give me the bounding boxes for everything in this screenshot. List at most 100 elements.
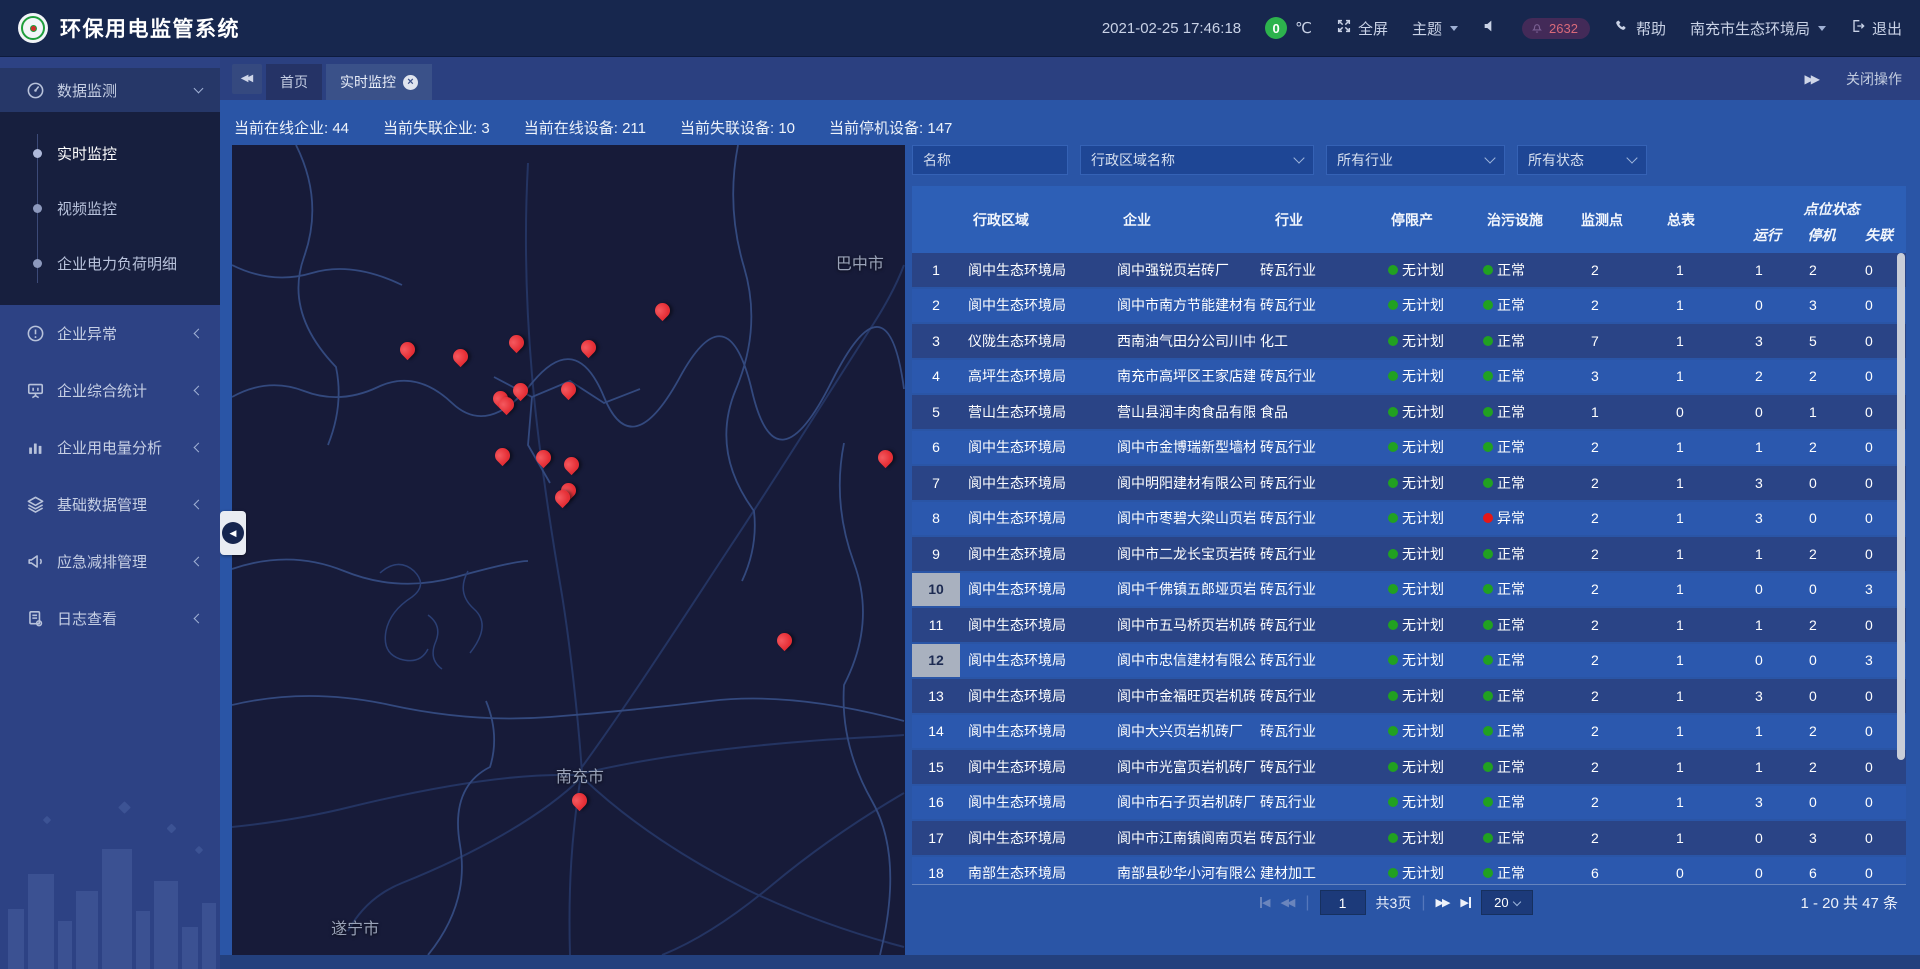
region-filter-select[interactable]: 行政区域名称 — [1080, 145, 1314, 175]
cell-limit: 无计划 — [1380, 579, 1470, 599]
close-icon[interactable] — [403, 75, 418, 90]
sidebar-subitem-视频监控[interactable]: 视频监控 — [0, 181, 220, 236]
status-dot-green — [1483, 620, 1493, 630]
sidebar-item-企业综合统计[interactable]: 企业综合统计 — [0, 362, 220, 419]
cell-facility: 正常 — [1470, 721, 1565, 741]
cell-limit: 无计划 — [1380, 508, 1470, 528]
cell-points: 2 — [1565, 794, 1650, 810]
table-scrollbar[interactable] — [1897, 253, 1905, 760]
sidebar-item-基础数据管理[interactable]: 基础数据管理 — [0, 476, 220, 533]
sidebar-item-数据监测[interactable]: 数据监测 — [0, 68, 220, 112]
cell-company: 阆中市二龙长宝页岩砖 — [1110, 544, 1255, 564]
cell-lost: 0 — [1845, 333, 1905, 349]
table-row[interactable]: 17阆中生态环境局阆中市江南镇阆南页岩砖瓦行业无计划正常21030 — [912, 821, 1906, 857]
cell-industry: 砖瓦行业 — [1255, 579, 1380, 599]
table-row[interactable]: 9阆中生态环境局阆中市二龙长宝页岩砖砖瓦行业无计划正常21120 — [912, 537, 1906, 573]
cell-lost: 0 — [1845, 439, 1905, 455]
sidebar-item-应急减排管理[interactable]: 应急减排管理 — [0, 533, 220, 590]
stat-item: 当前停机设备: 147 — [829, 117, 952, 138]
tab-实时监控[interactable]: 实时监控 — [326, 64, 432, 100]
theme-dropdown[interactable]: 主题 — [1412, 18, 1458, 39]
facility-label: 正常 — [1497, 686, 1525, 706]
status-dot-green — [1483, 300, 1493, 310]
sound-button[interactable] — [1482, 18, 1498, 38]
facility-label: 正常 — [1497, 721, 1525, 741]
chevron-left-icon — [194, 614, 204, 624]
table-row[interactable]: 6阆中生态环境局阆中市金博瑞新型墙材砖瓦行业无计划正常21120 — [912, 431, 1906, 467]
table-body: 1阆中生态环境局阆中强锐页岩砖厂砖瓦行业无计划正常211202阆中生态环境局阆中… — [912, 253, 1906, 884]
tabs-scroll-left-button[interactable]: ◀◀ — [232, 64, 262, 94]
status-dot-green — [1483, 549, 1493, 559]
help-button[interactable]: 帮助 — [1614, 18, 1666, 39]
stat-label: 当前在线企业: — [234, 120, 332, 137]
close-operations-button[interactable]: 关闭操作 — [1846, 69, 1902, 89]
cell-stop: 2 — [1790, 439, 1845, 455]
table-row[interactable]: 3仪陇生态环境局西南油气田分公司川中化工无计划正常71350 — [912, 324, 1906, 360]
cell-run: 0 — [1730, 581, 1790, 597]
status-dot-green — [1483, 478, 1493, 488]
sidebar-item-企业用电量分析[interactable]: 企业用电量分析 — [0, 419, 220, 476]
name-filter-input[interactable] — [912, 145, 1068, 175]
facility-label: 正常 — [1497, 757, 1525, 777]
table-row[interactable]: 5营山生态环境局营山县润丰肉食品有限食品无计划正常10010 — [912, 395, 1906, 431]
table-row[interactable]: 10阆中生态环境局阆中千佛镇五郎垭页岩砖瓦行业无计划正常21003 — [912, 573, 1906, 609]
double-arrow-right-icon[interactable]: ▶▶ — [1805, 72, 1820, 86]
notification-badge[interactable]: 2632 — [1522, 18, 1590, 39]
stat-item: 当前在线设备: 211 — [524, 117, 646, 138]
row-index: 16 — [912, 786, 960, 820]
status-filter-select[interactable]: 所有状态 — [1517, 145, 1647, 175]
pagination-next-button[interactable]: ▶▶ — [1436, 896, 1451, 909]
cell-run: 1 — [1730, 759, 1790, 775]
cell-region: 阆中生态环境局 — [960, 686, 1110, 706]
table-row[interactable]: 15阆中生态环境局阆中市光富页岩机砖厂砖瓦行业无计划正常21120 — [912, 750, 1906, 786]
table-row[interactable]: 14阆中生态环境局阆中大兴页岩机砖厂砖瓦行业无计划正常21120 — [912, 715, 1906, 751]
table-row[interactable]: 2阆中生态环境局阆中市南方节能建材有砖瓦行业无计划正常21030 — [912, 289, 1906, 325]
table-row[interactable]: 8阆中生态环境局阆中市枣碧大梁山页岩砖瓦行业无计划异常21300 — [912, 502, 1906, 538]
sidebar-subitem-实时监控[interactable]: 实时监控 — [0, 126, 220, 181]
cell-company: 阆中明阳建材有限公司 — [1110, 473, 1255, 493]
cell-run: 3 — [1730, 333, 1790, 349]
facility-label: 正常 — [1497, 579, 1525, 599]
table-row[interactable]: 12阆中生态环境局阆中市忠信建材有限公砖瓦行业无计划正常21003 — [912, 644, 1906, 680]
sidebar-subitem-企业电力负荷明细[interactable]: 企业电力负荷明细 — [0, 236, 220, 291]
map-collapse-button[interactable]: ◀ — [220, 511, 246, 555]
pagination-prev-button[interactable]: ◀◀ — [1280, 896, 1295, 909]
table-row[interactable]: 4高坪生态环境局南充市高坪区王家店建砖瓦行业无计划正常31220 — [912, 360, 1906, 396]
fullscreen-button[interactable]: 全屏 — [1336, 18, 1388, 39]
org-dropdown[interactable]: 南充市生态环境局 — [1690, 18, 1826, 39]
table-row[interactable]: 11阆中生态环境局阆中市五马桥页岩机砖砖瓦行业无计划正常21120 — [912, 608, 1906, 644]
cell-region: 南部生态环境局 — [960, 863, 1110, 883]
pagination-page-input[interactable] — [1320, 890, 1366, 915]
stat-value: 10 — [778, 120, 795, 137]
map-panel[interactable]: 巴中市南充市遂宁市 — [232, 145, 905, 955]
pagination-first-button[interactable]: ◀ — [1260, 896, 1270, 909]
table-row[interactable]: 13阆中生态环境局阆中市金福旺页岩机砖砖瓦行业无计划正常21300 — [912, 679, 1906, 715]
table-row[interactable]: 7阆中生态环境局阆中明阳建材有限公司砖瓦行业无计划正常21300 — [912, 466, 1906, 502]
page-size-select[interactable]: 20 — [1481, 890, 1533, 915]
sidebar-item-企业异常[interactable]: 企业异常 — [0, 305, 220, 362]
cell-meters: 1 — [1650, 688, 1730, 704]
cell-points: 2 — [1565, 262, 1650, 278]
status-dot-green — [1483, 265, 1493, 275]
table-row[interactable]: 18南部生态环境局南部县砂华小河有限公建材加工无计划正常60060 — [912, 857, 1906, 885]
main-content: 当前在线企业: 44当前失联企业: 3当前在线设备: 211当前失联设备: 10… — [220, 100, 1920, 969]
cell-company: 阆中市南方节能建材有 — [1110, 295, 1255, 315]
col-limit: 停限产 — [1380, 186, 1470, 253]
cell-limit: 无计划 — [1380, 544, 1470, 564]
cell-facility: 正常 — [1470, 863, 1565, 883]
pagination-last-button[interactable]: ▶ — [1460, 896, 1470, 909]
cell-industry: 砖瓦行业 — [1255, 295, 1380, 315]
right-panel: 行政区域名称 所有行业 所有状态 行政区域 企业 行业 停限产 治污设施 监测点… — [912, 145, 1906, 920]
log-icon — [26, 609, 45, 628]
cell-facility: 正常 — [1470, 686, 1565, 706]
industry-filter-select[interactable]: 所有行业 — [1326, 145, 1505, 175]
table-row[interactable]: 1阆中生态环境局阆中强锐页岩砖厂砖瓦行业无计划正常21120 — [912, 253, 1906, 289]
cell-limit: 无计划 — [1380, 331, 1470, 351]
table-row[interactable]: 16阆中生态环境局阆中市石子页岩机砖厂砖瓦行业无计划正常21300 — [912, 786, 1906, 822]
row-index: 4 — [912, 360, 960, 394]
sidebar-item-label: 应急减排管理 — [57, 551, 195, 572]
tab-首页[interactable]: 首页 — [266, 64, 322, 100]
sidebar-item-日志查看[interactable]: 日志查看 — [0, 590, 220, 647]
logout-button[interactable]: 退出 — [1850, 18, 1902, 39]
col-company: 企业 — [1110, 186, 1255, 253]
